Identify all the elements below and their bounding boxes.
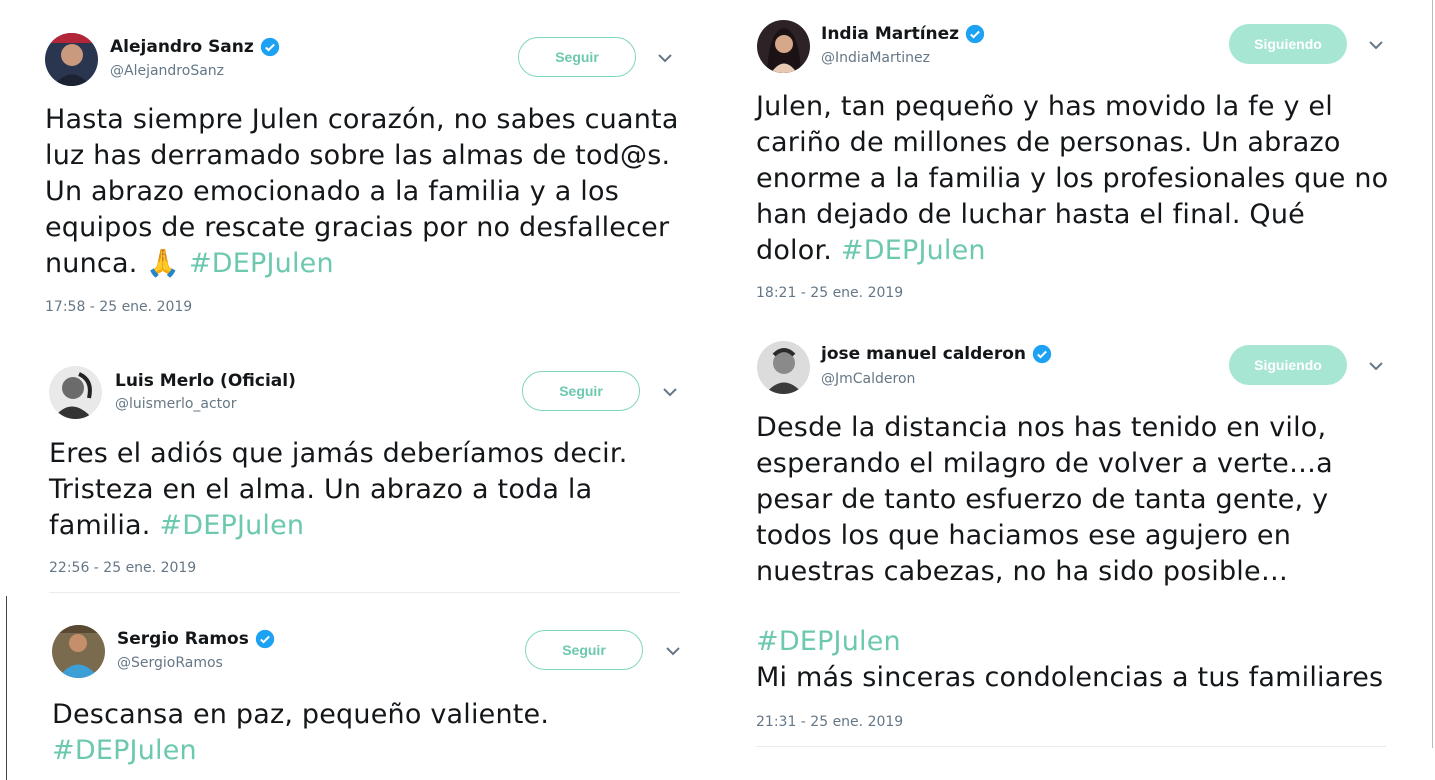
tweet-line: Hasta siempre Julen corazón, no sabes cu…	[45, 104, 679, 135]
divider	[49, 592, 680, 593]
user-handle[interactable]: @IndiaMartinez	[821, 50, 930, 66]
chevron-down-icon[interactable]	[657, 53, 673, 63]
tweet-text: Desde la distancia nos has tenido en vil…	[756, 410, 1383, 696]
tweet-line: Julen, tan pequeño y has movido la fe y …	[756, 91, 1333, 122]
user-handle[interactable]: @luismerlo_actor	[115, 396, 237, 412]
crop-edge-line	[1432, 0, 1433, 748]
tweet-line: todos los que haciamos ese agujero en	[756, 520, 1292, 551]
tweet-line: Un abrazo emocionado a la familia y a lo…	[45, 176, 619, 207]
avatar[interactable]	[757, 20, 810, 73]
timestamp[interactable]: 17:58 - 25 ene. 2019	[45, 299, 192, 315]
hashtag-link[interactable]: #DEPJulen	[841, 235, 986, 266]
tweet-line: esperando el milagro de volver a verte…a	[756, 448, 1333, 479]
tweet-text: Hasta siempre Julen corazón, no sabes cu…	[45, 102, 679, 282]
display-name[interactable]: India Martínez	[821, 24, 959, 44]
verified-badge-icon	[255, 629, 275, 649]
user-handle[interactable]: @JmCalderon	[821, 371, 915, 387]
chevron-down-icon[interactable]	[1368, 361, 1384, 371]
timestamp[interactable]: 21:31 - 25 ene. 2019	[756, 714, 903, 730]
hashtag-link[interactable]: #DEPJulen	[756, 624, 1383, 660]
follow-button[interactable]: Seguir	[522, 371, 640, 411]
user-handle[interactable]: @SergioRamos	[117, 655, 223, 671]
tweet-text: Julen, tan pequeño y has movido la fe y …	[756, 89, 1388, 269]
verified-badge-icon	[965, 24, 985, 44]
user-handle[interactable]: @AlejandroSanz	[110, 63, 224, 79]
display-name[interactable]: jose manuel calderon	[821, 344, 1026, 364]
tweet-line: pesar de tanto esfuerzo de tanta gente, …	[756, 484, 1329, 515]
avatar[interactable]	[52, 625, 105, 678]
tweet-line: familia.	[49, 510, 151, 541]
tweet-line: nuestras cabezas, no ha sido posible…	[756, 556, 1289, 587]
tweet-line: Descansa en paz, pequeño valiente.	[52, 699, 550, 730]
avatar[interactable]	[49, 366, 102, 419]
tweet-line: equipos de rescate gracias por no desfal…	[45, 212, 670, 243]
divider	[756, 746, 1386, 747]
tweet-line: Desde la distancia nos has tenido en vil…	[756, 412, 1327, 443]
tweet-line: dolor.	[756, 235, 833, 266]
emoji: 🙏	[146, 248, 181, 279]
verified-badge-icon	[1032, 344, 1052, 364]
timestamp[interactable]: 18:21 - 25 ene. 2019	[756, 285, 903, 301]
chevron-down-icon[interactable]	[662, 387, 678, 397]
verified-badge-icon	[260, 37, 280, 57]
display-name[interactable]: Alejandro Sanz	[110, 37, 254, 57]
tweet-line: Mi más sinceras condolencias a tus famil…	[756, 662, 1384, 693]
display-name[interactable]: Sergio Ramos	[117, 629, 249, 649]
hashtag-link[interactable]: #DEPJulen	[189, 248, 334, 279]
timestamp[interactable]: 22:56 - 25 ene. 2019	[49, 560, 196, 576]
display-name[interactable]: Luis Merlo (Oficial)	[115, 371, 296, 391]
tweet-text: Eres el adiós que jamás deberíamos decir…	[49, 436, 627, 544]
avatar[interactable]	[45, 33, 98, 86]
tweet-line: nunca.	[45, 248, 138, 279]
chevron-down-icon[interactable]	[1368, 40, 1384, 50]
following-button[interactable]: Siguiendo	[1229, 24, 1347, 64]
crop-edge-line	[6, 596, 7, 780]
tweet-line: han dejado de luchar hasta el final. Qué	[756, 199, 1305, 230]
tweet-line: cariño de millones de personas. Un abraz…	[756, 127, 1341, 158]
tweet-line: Tristeza en el alma. Un abrazo a toda la	[49, 474, 593, 505]
following-button[interactable]: Siguiendo	[1229, 345, 1347, 385]
hashtag-link[interactable]: #DEPJulen	[52, 733, 549, 769]
chevron-down-icon[interactable]	[665, 646, 681, 656]
tweet-line: luz has derramado sobre las almas de tod…	[45, 140, 671, 171]
follow-button[interactable]: Seguir	[518, 37, 636, 77]
hashtag-link[interactable]: #DEPJulen	[159, 510, 304, 541]
follow-button[interactable]: Seguir	[525, 630, 643, 670]
tweet-line: Eres el adiós que jamás deberíamos decir…	[49, 438, 628, 469]
tweet-line: enorme a la familia y los profesionales …	[756, 163, 1389, 194]
tweet-text: Descansa en paz, pequeño valiente. #DEPJ…	[52, 697, 549, 769]
avatar[interactable]	[757, 341, 810, 394]
